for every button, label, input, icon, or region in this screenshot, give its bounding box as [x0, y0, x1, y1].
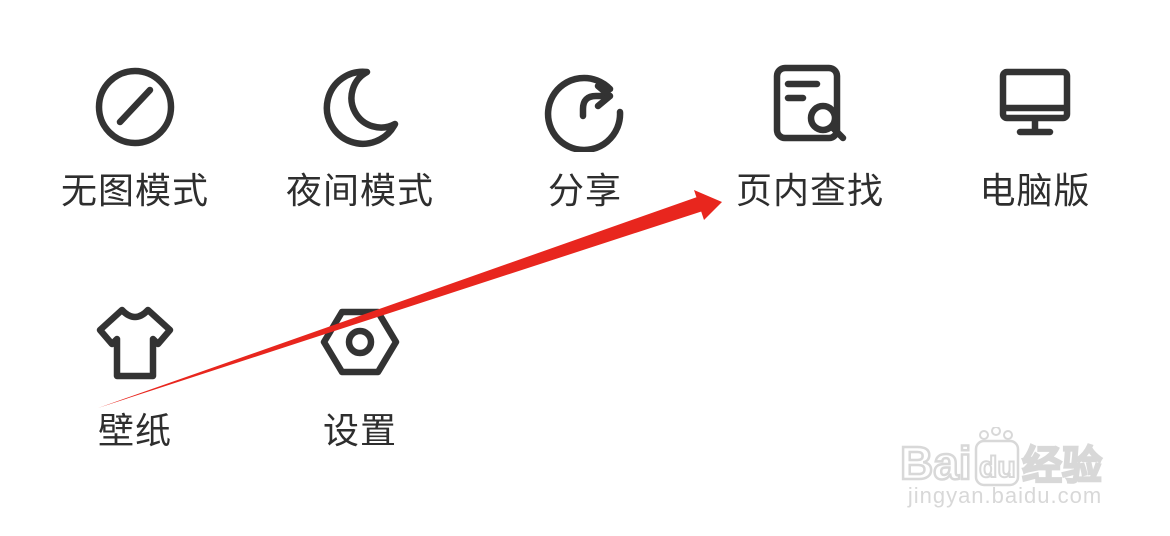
menu-item-night-mode[interactable]: 夜间模式 [270, 62, 450, 222]
menu-item-label: 页内查找 [735, 171, 884, 212]
desktop-icon [990, 62, 1080, 152]
menu-item-desktop-version[interactable]: 电脑版 [945, 62, 1125, 222]
find-in-page-icon [765, 62, 855, 152]
menu-item-label: 夜间模式 [285, 171, 434, 212]
menu-item-find-in-page[interactable]: 页内查找 [720, 62, 900, 222]
menu-item-label: 壁纸 [97, 411, 172, 452]
menu-item-wallpaper[interactable]: 壁纸 [45, 302, 225, 462]
menu-item-label: 无图模式 [60, 171, 209, 212]
svg-text:Bai: Bai [900, 437, 972, 489]
menu-item-settings[interactable]: 设置 [270, 302, 450, 462]
svg-text:du: du [979, 451, 1016, 484]
share-icon [540, 62, 630, 152]
menu-item-no-image-mode[interactable]: 无图模式 [45, 62, 225, 222]
moon-icon [315, 62, 405, 152]
baidu-logo-icon: Bai du 经验 [899, 427, 1103, 489]
hex-nut-settings-icon [315, 302, 405, 392]
menu-item-label: 设置 [322, 411, 397, 452]
baidu-jingyan-watermark: Bai du 经验 jingyan.baidu.com [890, 405, 1150, 520]
tshirt-icon [90, 302, 180, 392]
menu-item-share[interactable]: 分享 [495, 62, 675, 222]
no-image-icon [90, 62, 180, 152]
menu-item-label: 电脑版 [979, 171, 1091, 212]
menu-item-label: 分享 [547, 171, 622, 212]
watermark-url: jingyan.baidu.com [907, 483, 1103, 508]
svg-text:经验: 经验 [1022, 443, 1102, 489]
